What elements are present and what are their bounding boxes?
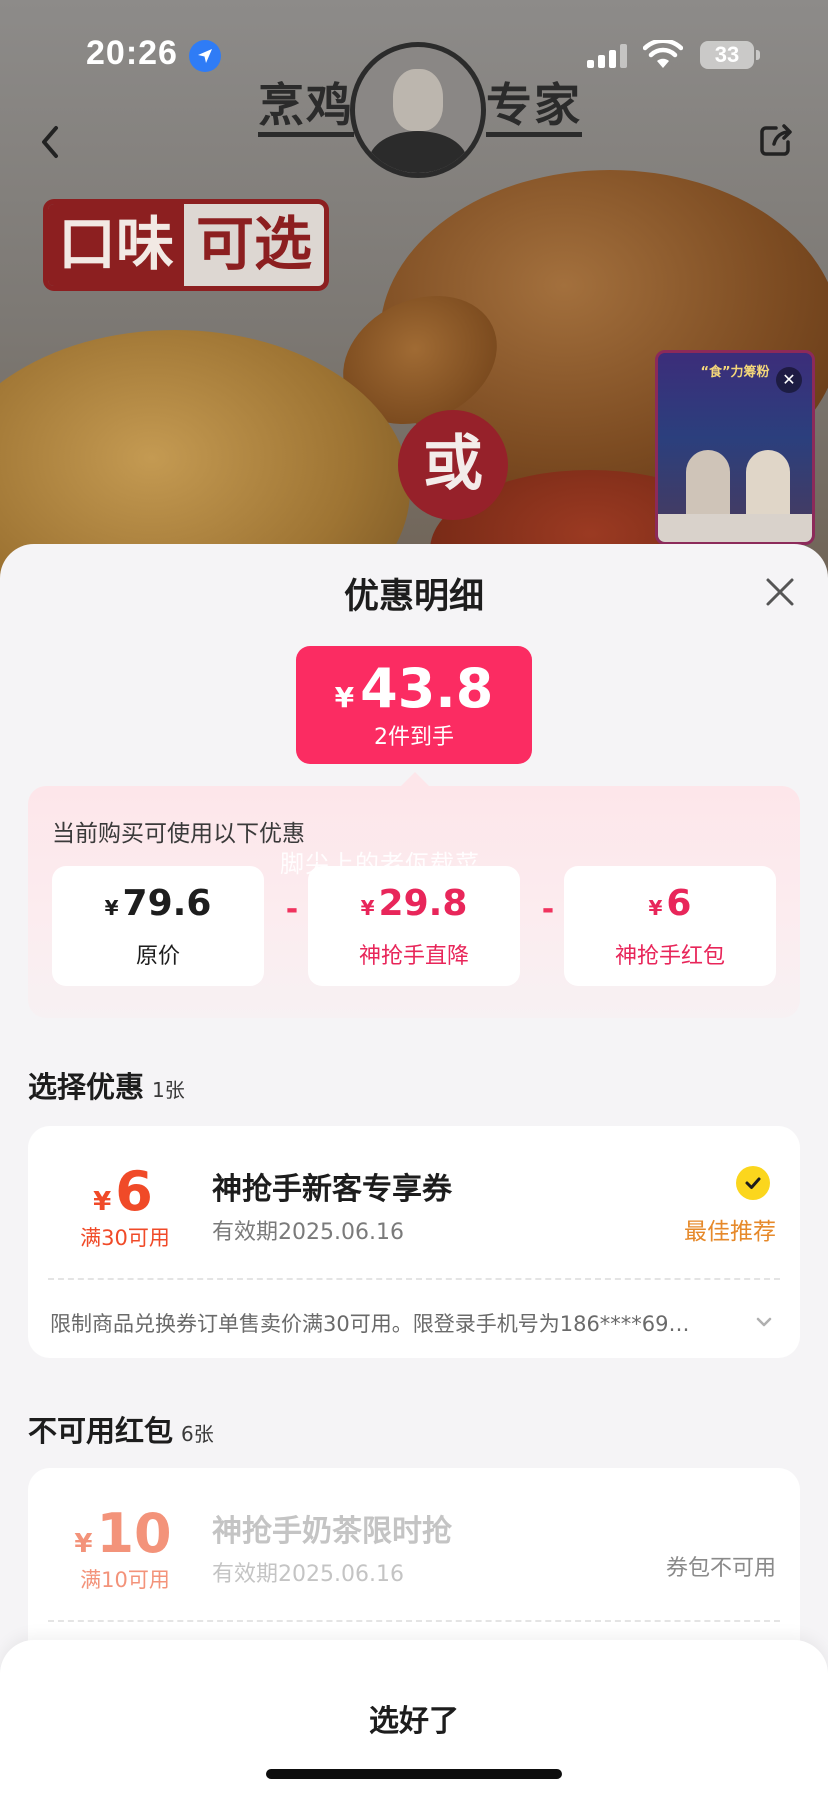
flavor-optional-tag: 口味 可选 — [48, 204, 325, 286]
select-discount-count: 1张 — [152, 1078, 185, 1102]
final-price-subtitle: 2件到手 — [374, 725, 454, 750]
dashed-divider — [48, 1620, 780, 1622]
final-price-badge: ¥43.8 2件到手 — [296, 646, 532, 764]
coupon-name: 神抢手新客专享券 — [212, 1172, 452, 1207]
red-packet-card: ¥6 神抢手红包 — [564, 866, 776, 986]
confirm-button[interactable]: 选好了 — [0, 1696, 828, 1740]
home-indicator[interactable] — [266, 1769, 562, 1779]
minus-sign: - — [285, 892, 299, 927]
sheet-title: 优惠明细 — [343, 577, 484, 617]
live-stream-thumbnail[interactable]: “食”力筹粉 ✕ — [655, 350, 815, 545]
checkmark-icon[interactable] — [736, 1166, 770, 1200]
wifi-icon — [643, 40, 683, 68]
deal-label: 神抢手直降 — [358, 944, 469, 969]
available-coupon-card[interactable]: ¥6 满30可用 神抢手新客专享券 有效期2025.06.16 最佳推荐 限制商… — [28, 1126, 800, 1358]
or-badge: 或 — [398, 410, 508, 520]
unavailable-status: 券包不可用 — [665, 1556, 776, 1581]
host-figure — [686, 450, 730, 520]
battery-icon: 33 — [700, 41, 760, 69]
live-close-icon[interactable]: ✕ — [776, 367, 802, 393]
footer-bar: 选好了 — [0, 1640, 828, 1795]
status-bar: 20:26 33 — [0, 0, 828, 110]
select-discount-heading: 选择优惠 1张 — [28, 1070, 185, 1104]
deal-value: ¥79.6 — [104, 883, 212, 924]
unavailable-heading: 不可用红包 6张 — [28, 1414, 214, 1448]
direct-discount-card: ¥29.8 神抢手直降 — [308, 866, 520, 986]
best-recommend-label: 最佳推荐 — [684, 1219, 776, 1245]
deal-breakdown: 当前购买可使用以下优惠 脚尖上的老佤载菜 ¥79.6 原价 - ¥29.8 神抢… — [28, 772, 800, 1018]
flavor-tag-part-a: 口味 — [48, 204, 185, 286]
chevron-down-icon[interactable] — [752, 1310, 776, 1334]
coupon-expiry: 有效期2025.06.16 — [212, 1562, 404, 1587]
back-chevron-icon[interactable] — [30, 118, 70, 166]
host-figure — [746, 450, 790, 520]
deal-label: 原价 — [135, 944, 180, 969]
flavor-tag-part-b: 可选 — [184, 204, 325, 286]
original-price-card: ¥79.6 原价 — [52, 866, 264, 986]
final-price-amount: ¥43.8 — [334, 657, 494, 720]
coupon-expiry: 有效期2025.06.16 — [212, 1220, 404, 1245]
minus-sign: - — [541, 892, 555, 927]
discount-detail-sheet: 优惠明细 ¥43.8 2件到手 当前购买可使用以下优惠 脚尖上的老佤载菜 ¥79… — [0, 544, 828, 1795]
coupon-rule-text: 限制商品兑换券订单售卖价满30可用。限登录手机号为186****6925... — [50, 1312, 700, 1336]
close-icon[interactable] — [762, 574, 798, 610]
deal-caption: 当前购买可使用以下优惠 — [52, 821, 305, 847]
coupon-value: ¥10 — [74, 1502, 172, 1565]
cellular-signal-icon — [587, 44, 629, 68]
unavailable-count: 6张 — [181, 1422, 214, 1446]
coupon-condition: 满10可用 — [80, 1568, 170, 1592]
live-desk — [658, 514, 812, 542]
coupon-name: 神抢手奶茶限时抢 — [212, 1514, 452, 1549]
status-time: 20:26 — [86, 34, 178, 72]
deal-value: ¥29.8 — [360, 883, 468, 924]
deal-value: ¥6 — [648, 883, 692, 924]
coupon-condition: 满30可用 — [80, 1226, 170, 1250]
coupon-value: ¥6 — [93, 1160, 153, 1223]
dashed-divider — [48, 1278, 780, 1280]
share-icon[interactable] — [756, 120, 796, 160]
location-arrow-icon — [189, 40, 221, 72]
deal-label: 神抢手红包 — [614, 944, 725, 969]
